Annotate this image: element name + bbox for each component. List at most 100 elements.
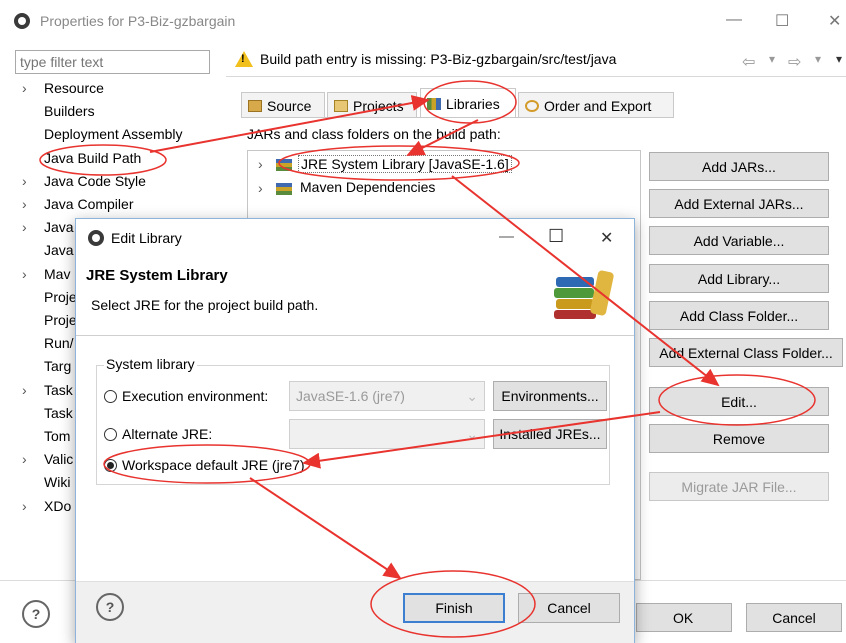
tree-item-label: Run/ <box>44 335 74 352</box>
add-external-class-folder-button[interactable]: Add External Class Folder... <box>649 338 843 367</box>
alternate-jre-label: Alternate JRE: <box>122 426 213 442</box>
dialog-heading: JRE System Library <box>86 267 228 284</box>
tree-item-label: Deployment Assembly <box>44 126 183 143</box>
tree-item-label: Builders <box>44 103 95 120</box>
tab-libraries-label: Libraries <box>446 95 500 112</box>
dialog-help-icon: ? <box>105 599 115 615</box>
jre-library-icon <box>276 159 292 171</box>
expand-arrow-icon[interactable]: › <box>22 80 27 96</box>
app-gear-icon <box>14 13 30 29</box>
expand-arrow-icon[interactable]: › <box>22 451 27 467</box>
tree-item-label: Targ <box>44 358 72 375</box>
remove-button[interactable]: Remove <box>649 424 829 453</box>
radio-execution-environment[interactable] <box>104 390 117 403</box>
dialog-close-icon[interactable]: ✕ <box>600 228 613 248</box>
tab-order-export[interactable]: Order and Export <box>518 92 674 118</box>
add-library-button[interactable]: Add Library... <box>649 264 829 293</box>
project-folder-icon <box>334 99 348 112</box>
tree-item-label: Task <box>44 404 73 421</box>
expand-arrow-icon[interactable]: › <box>22 196 27 212</box>
expand-arrow-icon[interactable]: › <box>22 266 27 282</box>
select-chevron-icon: ⌄ <box>466 426 478 442</box>
maximize-icon[interactable]: ☐ <box>775 11 789 31</box>
tree-item-label: XDo <box>44 497 72 514</box>
workspace-default-label: Workspace default JRE (jre7) <box>122 457 305 473</box>
alternate-jre-select: ⌄ <box>289 419 485 449</box>
maven-library-icon <box>276 183 292 195</box>
tree-item-label: Java Code Style <box>44 172 146 189</box>
tab-source-label: Source <box>267 97 312 114</box>
expand-arrow-icon[interactable]: › <box>258 180 263 196</box>
forward-menu-icon[interactable]: ▾ <box>815 52 821 66</box>
source-folder-icon <box>248 99 262 112</box>
environments-button[interactable]: Environments... <box>493 381 607 411</box>
tree-item-label: Valic <box>44 451 74 468</box>
warning-text: Build path entry is missing: P3-Biz-gzba… <box>260 51 617 67</box>
filter-input[interactable] <box>15 50 210 74</box>
library-books-image <box>554 269 615 319</box>
tree-item-label: Proje <box>44 312 77 328</box>
execution-environment-label: Execution environment: <box>122 388 269 404</box>
add-class-folder-button[interactable]: Add Class Folder... <box>649 301 829 330</box>
order-export-icon <box>525 99 539 112</box>
help-button[interactable]: ? <box>22 600 50 628</box>
tab-libraries[interactable]: Libraries <box>420 88 516 118</box>
expand-arrow-icon[interactable]: › <box>22 219 27 235</box>
dialog-gear-icon <box>88 230 104 246</box>
radio-alternate-jre[interactable] <box>104 428 117 441</box>
expand-arrow-icon[interactable]: › <box>258 156 263 172</box>
finish-button[interactable]: Finish <box>403 593 505 623</box>
library-item-jre[interactable]: JRE System Library [JavaSE-1.6] <box>298 155 512 173</box>
tree-item-label: Tom <box>44 428 71 444</box>
edit-button[interactable]: Edit... <box>649 387 829 416</box>
select-chevron-icon: ⌄ <box>466 388 478 404</box>
window-title-bar: Properties for P3-Biz-gzbargain — ☐ ✕ <box>0 0 846 44</box>
back-menu-icon[interactable]: ▾ <box>769 52 775 66</box>
tree-item-label: Mav <box>44 265 71 282</box>
library-item-maven[interactable]: Maven Dependencies <box>300 179 435 195</box>
dialog-maximize-icon[interactable]: ☐ <box>548 226 564 247</box>
execution-environment-select: JavaSE-1.6 (jre7) ⌄ <box>289 381 485 411</box>
expand-arrow-icon[interactable]: › <box>22 382 27 398</box>
radio-workspace-default[interactable] <box>104 459 117 472</box>
tree-item-label: Proje <box>44 288 77 305</box>
tree-item-label: Resource <box>44 80 104 96</box>
tab-projects[interactable]: Projects <box>327 92 417 118</box>
help-icon: ? <box>31 606 41 622</box>
tree-item-label: Java Compiler <box>44 196 134 212</box>
add-external-jars-button[interactable]: Add External JARs... <box>649 189 829 218</box>
tree-item-label: Wiki <box>44 474 71 491</box>
tree-item-label: Java <box>44 219 74 236</box>
tree-item-label: Task <box>44 381 73 398</box>
minimize-icon[interactable]: — <box>726 11 742 29</box>
dialog-title: Edit Library <box>111 230 182 246</box>
jars-label: JARs and class folders on the build path… <box>247 126 501 142</box>
expand-arrow-icon[interactable]: › <box>22 173 27 189</box>
forward-arrow-icon[interactable]: ⇨ <box>788 52 801 72</box>
dialog-minimize-icon[interactable]: — <box>499 228 514 245</box>
view-menu-icon[interactable]: ▾ <box>836 52 842 66</box>
ok-button[interactable]: OK <box>636 603 732 632</box>
group-label: System library <box>104 356 197 372</box>
dialog-header-divider <box>76 335 634 336</box>
dialog-cancel-button[interactable]: Cancel <box>518 593 620 623</box>
dialog-help-button[interactable]: ? <box>96 593 124 621</box>
header-divider <box>226 76 846 77</box>
tab-projects-label: Projects <box>353 97 404 114</box>
cancel-button[interactable]: Cancel <box>746 603 842 632</box>
dialog-subtitle: Select JRE for the project build path. <box>91 297 319 313</box>
tab-source[interactable]: Source <box>241 92 325 118</box>
installed-jres-button[interactable]: Installed JREs... <box>493 419 607 449</box>
tree-item-label: Java Build Path <box>44 149 142 166</box>
window-title: Properties for P3-Biz-gzbargain <box>40 13 236 29</box>
tab-order-export-label: Order and Export <box>544 97 652 114</box>
execution-environment-value: JavaSE-1.6 (jre7) <box>296 388 405 404</box>
warning-mark: ! <box>241 53 245 65</box>
close-icon[interactable]: ✕ <box>828 11 841 31</box>
back-arrow-icon[interactable]: ⇦ <box>742 52 755 72</box>
tree-item-label: Java <box>44 242 74 259</box>
migrate-jar-button[interactable]: Migrate JAR File... <box>649 472 829 501</box>
expand-arrow-icon[interactable]: › <box>22 498 27 514</box>
add-variable-button[interactable]: Add Variable... <box>649 226 829 255</box>
add-jars-button[interactable]: Add JARs... <box>649 152 829 181</box>
